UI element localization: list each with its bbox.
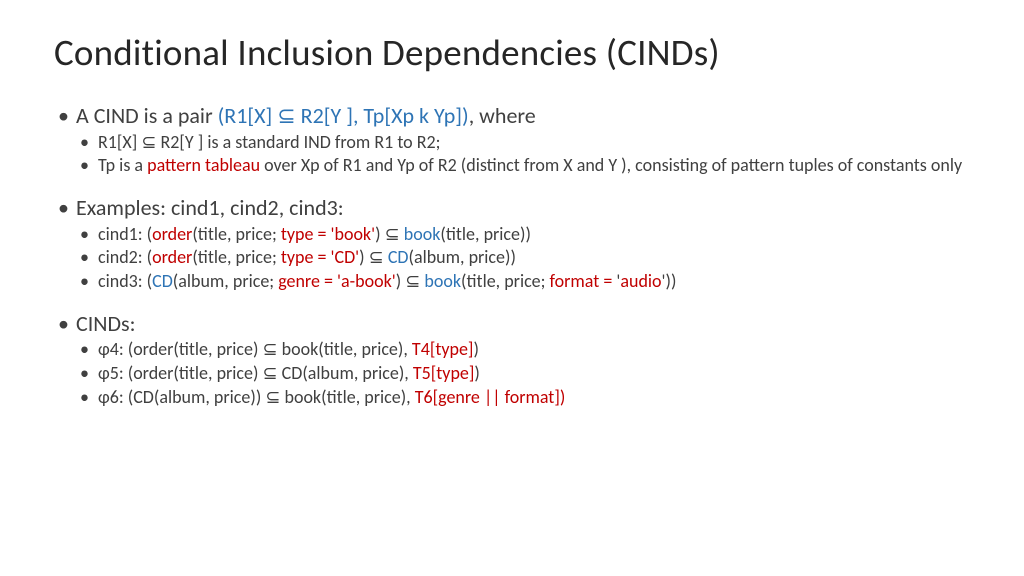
- rel: order: [152, 223, 192, 245]
- cond: audio: [620, 270, 661, 292]
- text: CINDs:: [76, 310, 136, 337]
- example-cind1: cind1: (order(title, price; type = 'book…: [76, 224, 970, 246]
- text: Examples: cind1, cind2, cind3:: [76, 194, 344, 221]
- text: (album, price;: [173, 270, 278, 292]
- sub-item: Tp is a pattern tableau over Xp of R1 an…: [76, 155, 970, 177]
- cind-phi5: φ5: (order(title, price) ⊆ CD(album, pri…: [76, 363, 970, 385]
- cond: type = 'book': [281, 223, 375, 245]
- slide: Conditional Inclusion Dependencies (CIND…: [0, 0, 1024, 576]
- tableau: T6[genre || format]): [415, 386, 566, 408]
- example-cind3: cind3: (CD(album, price; genre = 'a-book…: [76, 271, 970, 293]
- text: φ6: (CD(album, price)) ⊆ book(title, pri…: [98, 386, 415, 408]
- text: (album, price)): [409, 246, 516, 268]
- text: (title, price;: [192, 223, 280, 245]
- text: cind1: (: [98, 223, 152, 245]
- cind-pair: (R1[X] ⊆ R2[Y ], Tp[Xp k Yp]): [218, 102, 469, 129]
- text: ) ⊆: [375, 223, 404, 245]
- text: )): [666, 270, 677, 292]
- text: ): [473, 338, 478, 360]
- bullet-list: A CIND is a pair (R1[X] ⊆ R2[Y ], Tp[Xp …: [54, 103, 970, 408]
- cond: format =: [550, 270, 617, 292]
- cond: type = 'CD': [281, 246, 359, 268]
- text: cind3: (: [98, 270, 152, 292]
- bullet-examples: Examples: cind1, cind2, cind3: cind1: (o…: [54, 195, 970, 293]
- text: ) ⊆: [359, 246, 388, 268]
- slide-title: Conditional Inclusion Dependencies (CIND…: [54, 30, 970, 75]
- cind-phi4: φ4: (order(title, price) ⊆ book(title, p…: [76, 339, 970, 361]
- text: (title, price)): [440, 223, 531, 245]
- cond: genre = 'a-book': [278, 270, 396, 292]
- sub-list: cind1: (order(title, price; type = 'book…: [76, 224, 970, 293]
- bullet-definition: A CIND is a pair (R1[X] ⊆ R2[Y ], Tp[Xp …: [54, 103, 970, 177]
- text: ) ⊆: [396, 270, 425, 292]
- sub-list: R1[X] ⊆ R2[Y ] is a standard IND from R1…: [76, 132, 970, 177]
- sub-list: φ4: (order(title, price) ⊆ book(title, p…: [76, 339, 970, 408]
- text: over Xp of R1 and Yp of R2 (distinct fro…: [260, 154, 962, 176]
- text: A CIND is a pair: [76, 102, 218, 129]
- bullet-cinds: CINDs: φ4: (order(title, price) ⊆ book(t…: [54, 311, 970, 409]
- text: , where: [469, 102, 536, 129]
- text: ): [474, 362, 479, 384]
- rel: CD: [152, 270, 173, 292]
- text: φ5: (order(title, price) ⊆ CD(album, pri…: [98, 362, 413, 384]
- rel: book: [404, 223, 441, 245]
- rel: book: [424, 270, 461, 292]
- text: cind2: (: [98, 246, 152, 268]
- term-pattern-tableau: pattern tableau: [147, 154, 260, 176]
- rel: order: [152, 246, 192, 268]
- example-cind2: cind2: (order(title, price; type = 'CD')…: [76, 247, 970, 269]
- text: Tp is a: [98, 154, 147, 176]
- tableau: T5[type]: [413, 362, 475, 384]
- cind-phi6: φ6: (CD(album, price)) ⊆ book(title, pri…: [76, 387, 970, 409]
- rel: CD: [388, 246, 409, 268]
- text: (title, price;: [461, 270, 549, 292]
- text: φ4: (order(title, price) ⊆ book(title, p…: [98, 338, 412, 360]
- tableau: T4[type]: [412, 338, 474, 360]
- sub-item: R1[X] ⊆ R2[Y ] is a standard IND from R1…: [76, 132, 970, 154]
- text: (title, price;: [192, 246, 280, 268]
